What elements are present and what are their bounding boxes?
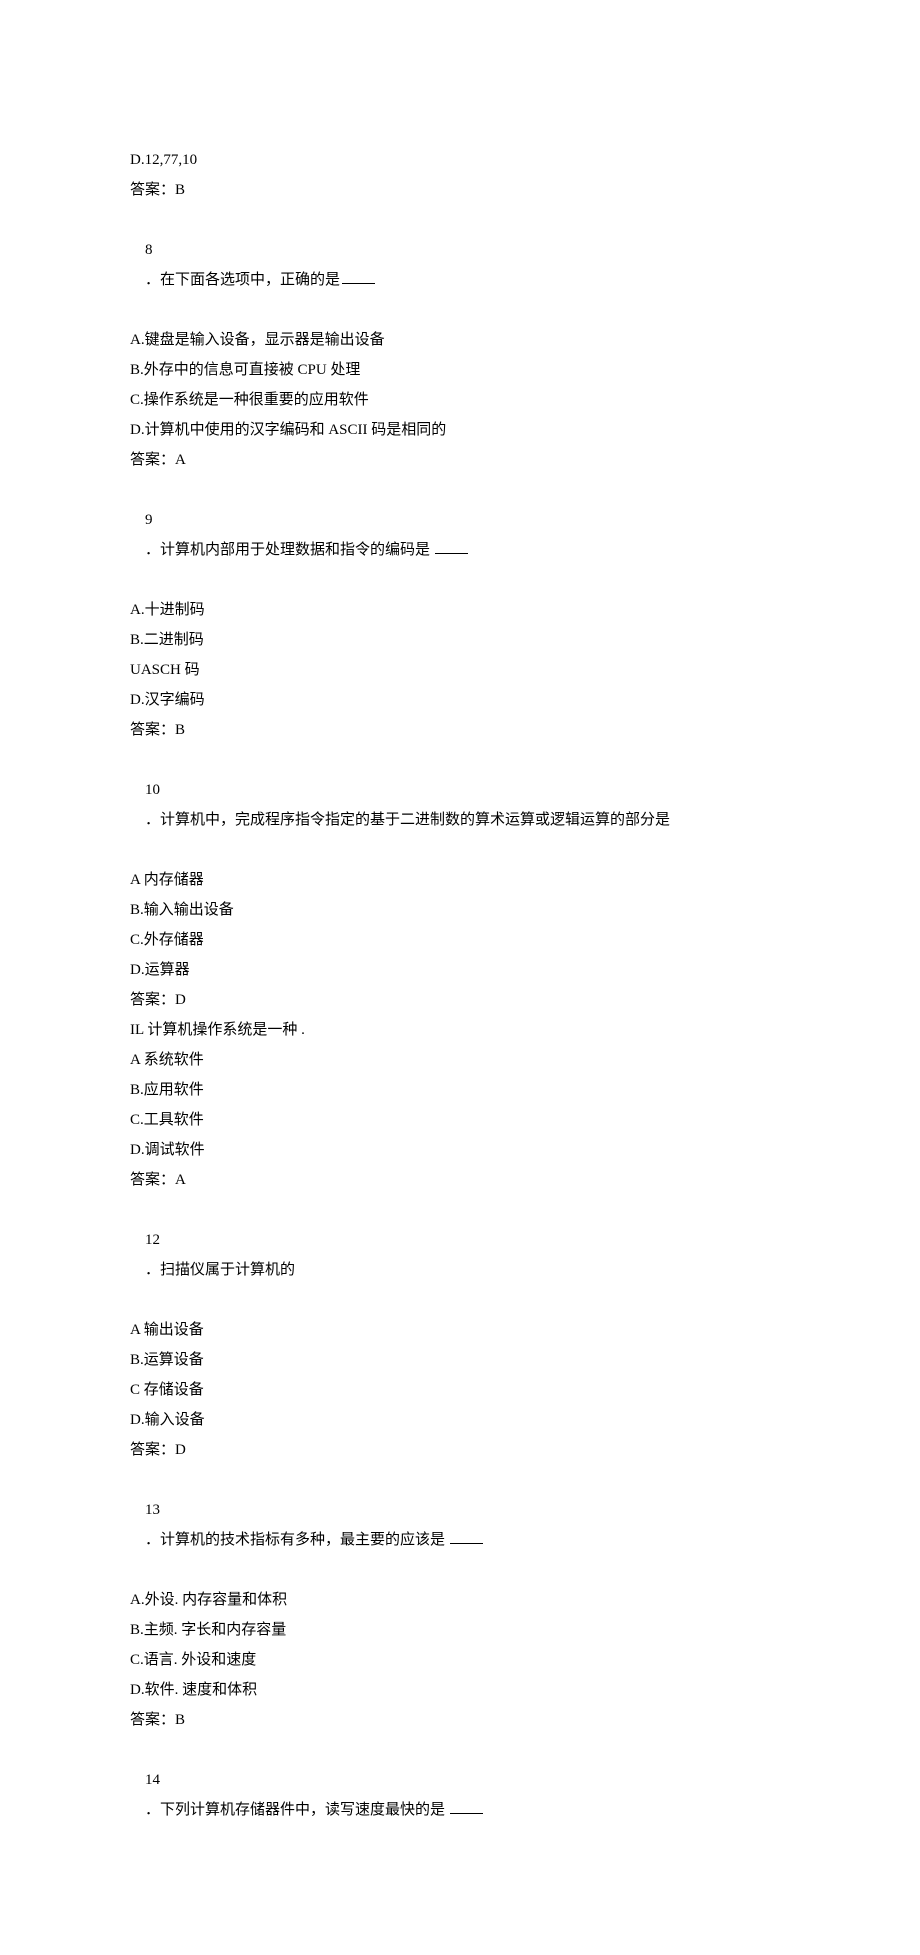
question-12: 12 ．扫描仪属于计算机的 [130,1195,790,1315]
question-14: 14 ．下列计算机存储器件中，读写速度最快的是 [130,1735,790,1855]
option-a: A 输出设备 [130,1315,790,1345]
option-a: A 内存储器 [130,865,790,895]
question-text: ．计算机中，完成程序指令指定的基于二进制数的算术运算或逻辑运算的部分是 [145,812,670,828]
question-13: 13 ．计算机的技术指标有多种，最主要的应该是 [130,1465,790,1585]
answer-line: 答案：A [130,1165,790,1195]
option-c: C 存储设备 [130,1375,790,1405]
question-9: 9 ．计算机内部用于处理数据和指令的编码是 [130,475,790,595]
option-d: D.输入设备 [130,1405,790,1435]
fill-blank [435,539,468,554]
option-c: C.外存储器 [130,925,790,955]
question-10: 10 ．计算机中，完成程序指令指定的基于二进制数的算术运算或逻辑运算的部分是 [130,745,790,865]
question-11: IL 计算机操作系统是一种 . [130,1015,790,1045]
answer-line: 答案：B [130,1705,790,1735]
question-number: 10 [145,775,168,805]
question-text: ．扫描仪属于计算机的 [145,1262,295,1278]
question-8: 8 ．在下面各选项中，正确的是 [130,205,790,325]
question-number: 9 [145,505,168,535]
option-b: B.运算设备 [130,1345,790,1375]
answer-line: 答案：B [130,175,790,205]
document-page: D.12,77,10 答案：B 8 ．在下面各选项中，正确的是 A.键盘是输入设… [0,0,920,1955]
option-b: B.二进制码 [130,625,790,655]
answer-line: 答案：D [130,985,790,1015]
question-text: ．在下面各选项中，正确的是 [145,272,340,288]
option-d: D.调试软件 [130,1135,790,1165]
option-b: B.外存中的信息可直接被 CPU 处理 [130,355,790,385]
question-number: 13 [145,1495,168,1525]
question-number: 12 [145,1225,168,1255]
question-number: 8 [145,235,168,265]
option-c: C.工具软件 [130,1105,790,1135]
option-a: A 系统软件 [130,1045,790,1075]
option-b: B.应用软件 [130,1075,790,1105]
option-c: UASCH 码 [130,655,790,685]
option-d: D.汉字编码 [130,685,790,715]
option-c: C.语言. 外设和速度 [130,1645,790,1675]
option-d: D.计算机中使用的汉字编码和 ASCII 码是相同的 [130,415,790,445]
question-text: ．下列计算机存储器件中，读写速度最快的是 [145,1802,449,1818]
answer-line: 答案：B [130,715,790,745]
question-text: ．计算机的技术指标有多种，最主要的应该是 [145,1532,449,1548]
answer-line: 答案：A [130,445,790,475]
fill-blank [450,1799,483,1814]
question-number: 14 [145,1765,168,1795]
option-d: D.运算器 [130,955,790,985]
option-c: C.操作系统是一种很重要的应用软件 [130,385,790,415]
option-a: A.键盘是输入设备，显示器是输出设备 [130,325,790,355]
fill-blank [342,269,375,284]
option-d: D.软件. 速度和体积 [130,1675,790,1705]
answer-line: 答案：D [130,1435,790,1465]
option-a: A.外设. 内存容量和体积 [130,1585,790,1615]
fill-blank [450,1529,483,1544]
option-b: B.主频. 字长和内存容量 [130,1615,790,1645]
option-a: A.十进制码 [130,595,790,625]
option-b: B.输入输出设备 [130,895,790,925]
option-d: D.12,77,10 [130,145,790,175]
question-text: ．计算机内部用于处理数据和指令的编码是 [145,542,434,558]
